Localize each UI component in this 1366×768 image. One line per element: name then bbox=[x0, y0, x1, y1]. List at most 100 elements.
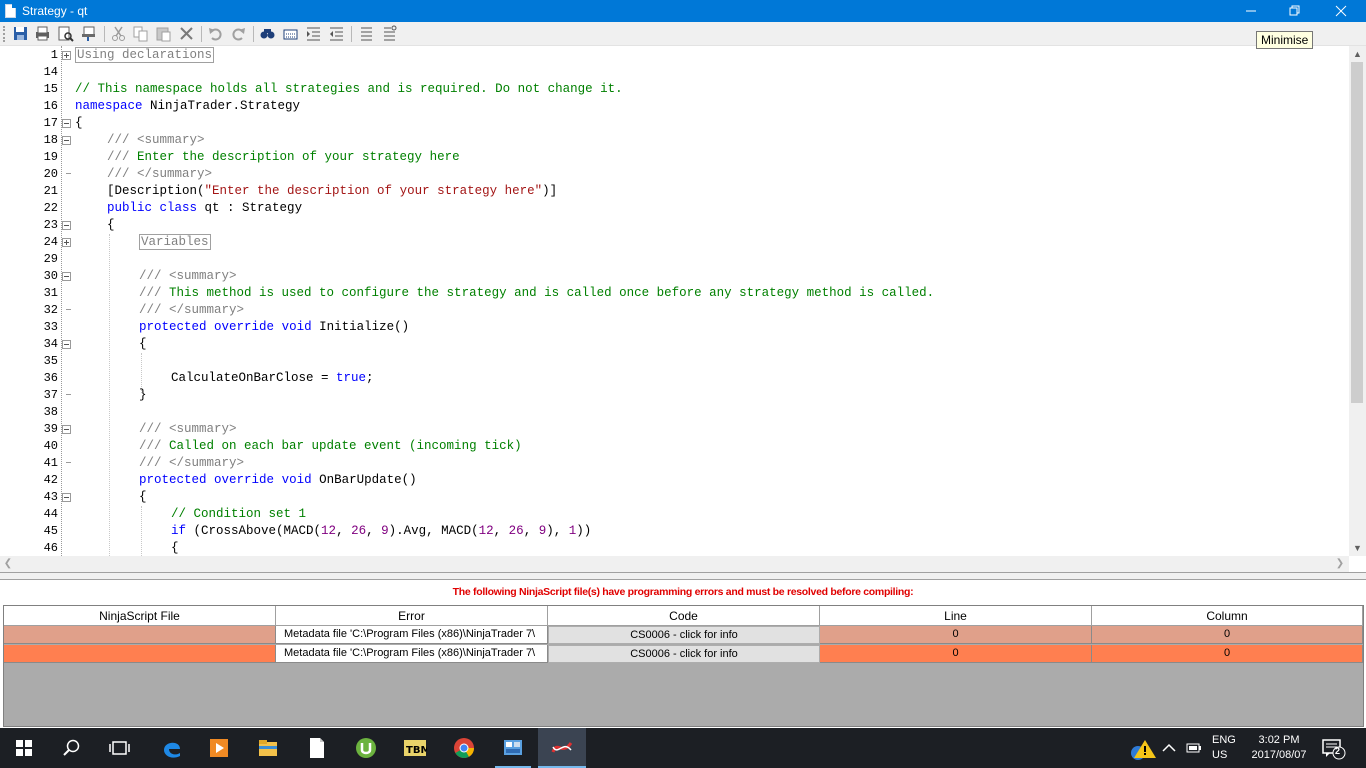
control-panel-app[interactable] bbox=[489, 728, 537, 768]
column-header-error[interactable]: Error bbox=[276, 606, 548, 626]
expand-icon[interactable] bbox=[62, 238, 71, 247]
save-icon[interactable] bbox=[12, 25, 29, 42]
cut-icon[interactable] bbox=[110, 25, 127, 42]
task-view-button[interactable] bbox=[96, 728, 144, 768]
code-editor[interactable]: 1 14 15 16 17 18 19 20 21 22 23 24 29 30… bbox=[0, 46, 1366, 572]
page-setup-icon[interactable] bbox=[80, 25, 97, 42]
redo-icon[interactable] bbox=[230, 25, 247, 42]
line-number: 14 bbox=[43, 65, 58, 79]
find-icon[interactable] bbox=[259, 25, 276, 42]
code-text[interactable]: Using declarations // This namespace hol… bbox=[75, 46, 1345, 556]
scroll-right-icon[interactable]: ❯ bbox=[1332, 556, 1348, 572]
scroll-down-icon[interactable]: ▼ bbox=[1349, 540, 1366, 556]
code-line: /// </summary> bbox=[107, 167, 213, 181]
paste-icon[interactable] bbox=[155, 25, 172, 42]
cell-error[interactable]: Metadata file 'C:\Program Files (x86)\Ni… bbox=[276, 626, 548, 644]
print-icon[interactable] bbox=[34, 25, 51, 42]
column-header-file[interactable]: NinjaScript File bbox=[4, 606, 276, 626]
region-using-declarations[interactable]: Using declarations bbox=[75, 47, 215, 63]
utorrent-icon bbox=[356, 738, 376, 758]
indent-icon[interactable] bbox=[305, 25, 322, 42]
minimize-icon bbox=[1246, 10, 1256, 12]
collapse-icon[interactable] bbox=[62, 272, 71, 281]
expand-icon[interactable] bbox=[62, 51, 71, 60]
region-variables[interactable]: Variables bbox=[139, 234, 211, 250]
comment-icon[interactable] bbox=[358, 25, 375, 42]
code-line: /// </summary> bbox=[139, 456, 245, 470]
column-header-column[interactable]: Column bbox=[1092, 606, 1363, 626]
code-line: /// Called on each bar update event (inc… bbox=[139, 438, 522, 455]
keyword: true bbox=[336, 371, 367, 385]
outdent-icon[interactable] bbox=[328, 25, 345, 42]
line-number: 19 bbox=[43, 150, 58, 164]
keyword: protected bbox=[139, 473, 207, 487]
task-view-icon bbox=[109, 741, 130, 755]
code-line: { bbox=[139, 337, 147, 351]
file-explorer-app[interactable] bbox=[244, 728, 292, 768]
collapse-icon[interactable] bbox=[62, 221, 71, 230]
action-center-button[interactable]: 2 bbox=[1322, 738, 1346, 760]
code-line: // Condition set 1 bbox=[171, 507, 307, 521]
code-text: , bbox=[523, 524, 539, 538]
collapse-icon[interactable] bbox=[62, 425, 71, 434]
column-header-code[interactable]: Code bbox=[548, 606, 820, 626]
collapse-icon[interactable] bbox=[62, 119, 71, 128]
tbm-app[interactable]: TBM bbox=[391, 728, 439, 768]
line-number: 46 bbox=[43, 541, 58, 555]
media-player-app[interactable] bbox=[195, 728, 243, 768]
column-header-line[interactable]: Line bbox=[820, 606, 1092, 626]
collapse-icon[interactable] bbox=[62, 493, 71, 502]
language-indicator[interactable]: ENG US bbox=[1212, 733, 1238, 763]
code-info-button[interactable]: CS0006 - click for info bbox=[548, 645, 820, 663]
undo-icon[interactable] bbox=[207, 25, 224, 42]
close-button[interactable] bbox=[1318, 0, 1364, 22]
line-number: 21 bbox=[43, 184, 58, 198]
fold-end-marker bbox=[66, 309, 71, 310]
pane-splitter[interactable] bbox=[0, 572, 1366, 580]
cell-error[interactable]: Metadata file 'C:\Program Files (x86)\Ni… bbox=[276, 645, 548, 663]
table-row[interactable]: Metadata file 'C:\Program Files (x86)\Ni… bbox=[4, 645, 1363, 663]
minimize-button[interactable] bbox=[1228, 0, 1274, 22]
utorrent-app[interactable] bbox=[342, 728, 390, 768]
collapse-icon[interactable] bbox=[62, 136, 71, 145]
clock[interactable]: 3:02 PM 2017/08/07 bbox=[1244, 733, 1314, 763]
collapse-icon[interactable] bbox=[62, 340, 71, 349]
line-number: 32 bbox=[43, 303, 58, 317]
delete-icon[interactable] bbox=[178, 25, 195, 42]
edge-app[interactable] bbox=[148, 728, 196, 768]
restore-button[interactable] bbox=[1272, 0, 1318, 22]
toolbar-grip[interactable] bbox=[3, 26, 6, 42]
code-info-button[interactable]: CS0006 - click for info bbox=[548, 626, 820, 644]
line-number: 37 bbox=[43, 388, 58, 402]
horizontal-scrollbar[interactable]: ❮ ❯ bbox=[0, 556, 1349, 572]
copy-icon[interactable] bbox=[132, 25, 149, 42]
scroll-left-icon[interactable]: ❮ bbox=[0, 556, 16, 572]
document-app[interactable] bbox=[293, 728, 341, 768]
network-warning-icon[interactable] bbox=[1128, 738, 1158, 762]
namespace-name: NinjaTrader.Strategy bbox=[142, 99, 301, 113]
search-button[interactable] bbox=[48, 728, 96, 768]
code-line: protected override void OnBarUpdate() bbox=[139, 472, 417, 489]
table-row[interactable]: Metadata file 'C:\Program Files (x86)\Ni… bbox=[4, 626, 1363, 644]
print-preview-icon[interactable] bbox=[57, 25, 74, 42]
number-literal: 9 bbox=[381, 524, 389, 538]
taskbar: TBM ENG US 3:02 PM 2017/08/07 2 bbox=[0, 728, 1366, 768]
string-literal: "Enter the description of your strategy … bbox=[204, 184, 543, 198]
scroll-thumb[interactable] bbox=[1351, 62, 1363, 403]
scroll-up-icon[interactable]: ▲ bbox=[1349, 46, 1366, 62]
ninjatrader-app[interactable] bbox=[538, 728, 586, 768]
code-line: /// Enter the description of your strate… bbox=[107, 149, 460, 166]
uncomment-icon[interactable] bbox=[381, 25, 398, 42]
clock-time: 3:02 PM bbox=[1258, 734, 1300, 746]
battery-icon[interactable] bbox=[1186, 742, 1202, 754]
replace-icon[interactable] bbox=[282, 25, 299, 42]
line-number: 40 bbox=[43, 439, 58, 453]
code-text: , bbox=[553, 524, 569, 538]
title-bar: Strategy - qt bbox=[0, 0, 1366, 22]
line-number: 45 bbox=[43, 524, 58, 538]
chevron-up-icon[interactable] bbox=[1162, 742, 1176, 754]
line-number: 44 bbox=[43, 507, 58, 521]
vertical-scrollbar[interactable]: ▲ ▼ bbox=[1349, 46, 1366, 556]
chrome-app[interactable] bbox=[440, 728, 488, 768]
start-button[interactable] bbox=[0, 728, 48, 768]
